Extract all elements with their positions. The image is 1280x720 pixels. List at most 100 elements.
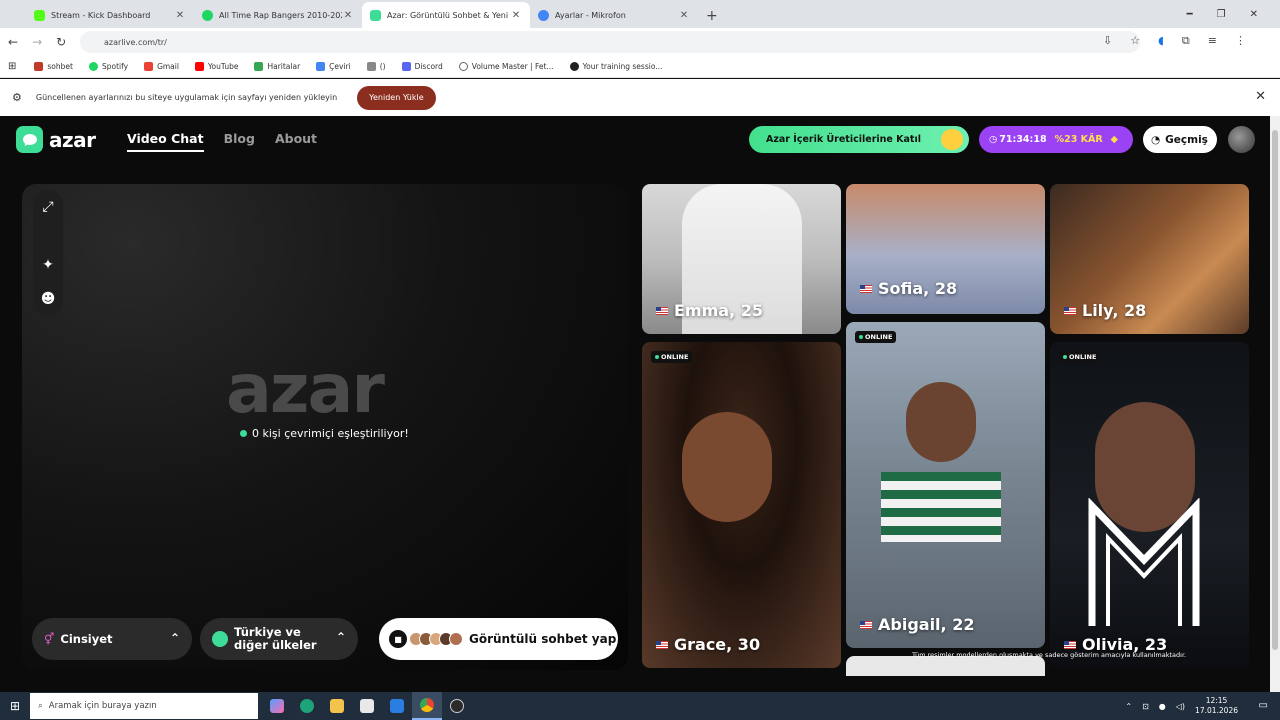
striped-top [881,472,1001,542]
mic-icon[interactable]: ● [1159,702,1166,711]
discord-icon [401,62,411,71]
browser-tab-strip: Stream - Kick Dashboard ✕ All Time Rap B… [0,0,1280,28]
creator-join-button[interactable]: Azar İçerik Üreticilerine Katıl [749,126,969,153]
bookmark-item[interactable]: Your training sessio... [564,62,669,71]
notification-icon[interactable]: ▭ [1259,700,1268,711]
online-badge: ONLINE [855,331,897,343]
clock[interactable]: 12:15 17.01.2026 [1195,696,1238,716]
disclaimer: Tüm resimler modellerden oluşmakta ve sa… [912,651,1187,659]
profile-card[interactable]: ONLINE Grace, 30 [642,342,841,668]
profile-card[interactable]: ONLINE Abigail, 22 [846,322,1045,648]
promo-discount: %23 KÂR [1054,134,1103,145]
chevron-up-icon[interactable]: ⌃ [1125,702,1132,711]
profile-card-partial[interactable] [846,656,1045,676]
bookmark-item[interactable]: Haritalar [248,62,306,71]
copilot-app-icon[interactable] [262,692,292,720]
file-explorer-icon[interactable] [322,692,352,720]
tab-spotify[interactable]: All Time Rap Bangers 2010-2026 ✕ [194,2,362,28]
bookmark-icon [34,62,44,71]
history-icon: ◔ [1151,133,1161,146]
reload-icon[interactable]: ↻ [56,35,66,49]
nav-video-chat[interactable]: Video Chat [127,131,204,152]
avatar[interactable] [1228,126,1255,153]
face-thumb [449,632,463,646]
store-app-icon[interactable] [352,692,382,720]
bookmark-label: sohbet [47,62,73,71]
close-window-icon[interactable]: ✕ [1250,9,1258,20]
bookmark-label: Gmail [157,62,179,71]
bookmark-item[interactable]: Volume Master | Fet... [453,62,560,71]
bookmark-item[interactable]: Spotify [83,62,134,71]
kick-icon [34,9,45,21]
azar-logo[interactable]: azar [16,126,96,153]
us-flag-icon [860,620,872,629]
apps-icon[interactable]: ⊞ [8,61,16,72]
address-bar[interactable]: azarlive.com/tr/ [80,31,1140,53]
profile-card[interactable]: Sofia, 28 [846,184,1045,314]
profile-card[interactable]: Lily, 28 [1050,184,1249,334]
region-button[interactable]: Türkiye ve diğer ülkeler ⌃ [200,618,358,660]
gender-button[interactable]: ⚥ Cinsiyet ⌃ [32,618,192,660]
magic-wand-icon[interactable]: ✦ [42,248,54,282]
reload-button[interactable]: Yeniden Yükle [357,85,436,110]
page-scrollbar[interactable] [1270,116,1280,692]
scroll-thumb[interactable] [1272,130,1278,650]
tab-kick[interactable]: Stream - Kick Dashboard ✕ [26,2,194,28]
new-tab-button[interactable]: + [698,8,726,28]
obs-app-icon[interactable] [442,692,472,720]
close-icon[interactable]: ✕ [1255,89,1266,104]
bookmark-item[interactable]: YouTube [189,62,245,71]
close-tab-icon[interactable]: ✕ [678,10,690,21]
back-icon[interactable]: ← [8,35,18,49]
extension-icon[interactable]: ◖ [1158,34,1164,48]
profile-card[interactable]: ONLINE Olivia, 23 [1050,342,1249,668]
online-dot-icon [240,430,247,437]
expand-icon[interactable]: ⤢ [42,190,53,224]
bookmark-label: Your training sessio... [582,62,663,71]
menu-icon[interactable]: ⋮ [1235,34,1246,48]
bookmark-item[interactable]: Çeviri [310,62,357,71]
network-icon[interactable]: ⊡ [1142,702,1149,711]
star-icon[interactable]: ☆ [1130,34,1140,48]
minimize-icon[interactable]: ━ [1187,9,1193,20]
bookmark-item[interactable]: Discord [396,62,449,71]
azar-logo-icon [16,126,43,153]
tab-settings[interactable]: Ayarlar - Mikrofon ✕ [530,2,698,28]
page-icon [366,62,376,71]
forward-icon[interactable]: → [32,35,42,49]
azar-icon [370,9,381,21]
profile-name-text: Emma, 25 [674,301,763,320]
close-tab-icon[interactable]: ✕ [174,10,186,21]
install-icon[interactable]: ⇩ [1103,34,1112,48]
tab-azar[interactable]: Azar: Görüntülü Sohbet & Yeni ✕ [362,2,530,28]
gems-icon: ◆ [1110,134,1118,145]
volume-icon[interactable]: ◁) [1176,702,1185,711]
maximize-icon[interactable]: ❐ [1217,9,1226,20]
mail-app-icon[interactable] [382,692,412,720]
window-controls: ━ ❐ ✕ [1187,0,1280,28]
close-tab-icon[interactable]: ✕ [510,10,522,21]
puzzle-icon[interactable]: ⧉ [1182,34,1190,48]
maps-icon [254,62,264,71]
edge-app-icon[interactable] [292,692,322,720]
close-tab-icon[interactable]: ✕ [342,10,354,21]
bookmark-item[interactable]: sohbet [28,62,79,71]
history-button[interactable]: ◔ Geçmiş [1143,126,1217,153]
face-filter-icon[interactable]: ☻ [41,282,56,316]
volume-icon [458,62,468,71]
bookmark-item[interactable]: Gmail [138,62,185,71]
profile-card[interactable]: Emma, 25 [642,184,841,334]
profile-name-text: Lily, 28 [1082,301,1147,320]
start-video-chat-button[interactable]: ■ Görüntülü sohbet yap [379,618,618,660]
reading-list-icon[interactable]: ≡ [1208,34,1217,48]
windows-start-icon[interactable]: ⊞ [0,699,30,713]
us-flag-icon [860,284,872,293]
bookmark-item[interactable]: () [361,62,392,71]
taskbar-search[interactable]: ⌕ Aramak için buraya yazın [30,693,258,719]
promo-button[interactable]: ◷ 71:34:18 %23 KÂR ◆ [979,126,1133,153]
nav-blog[interactable]: Blog [224,131,255,152]
chrome-app-icon[interactable] [412,692,442,720]
online-text: 0 kişi çevrimiçi eşleştiriliyor! [252,427,409,440]
gender-icon: ⚥ [44,632,55,646]
nav-about[interactable]: About [275,131,317,152]
